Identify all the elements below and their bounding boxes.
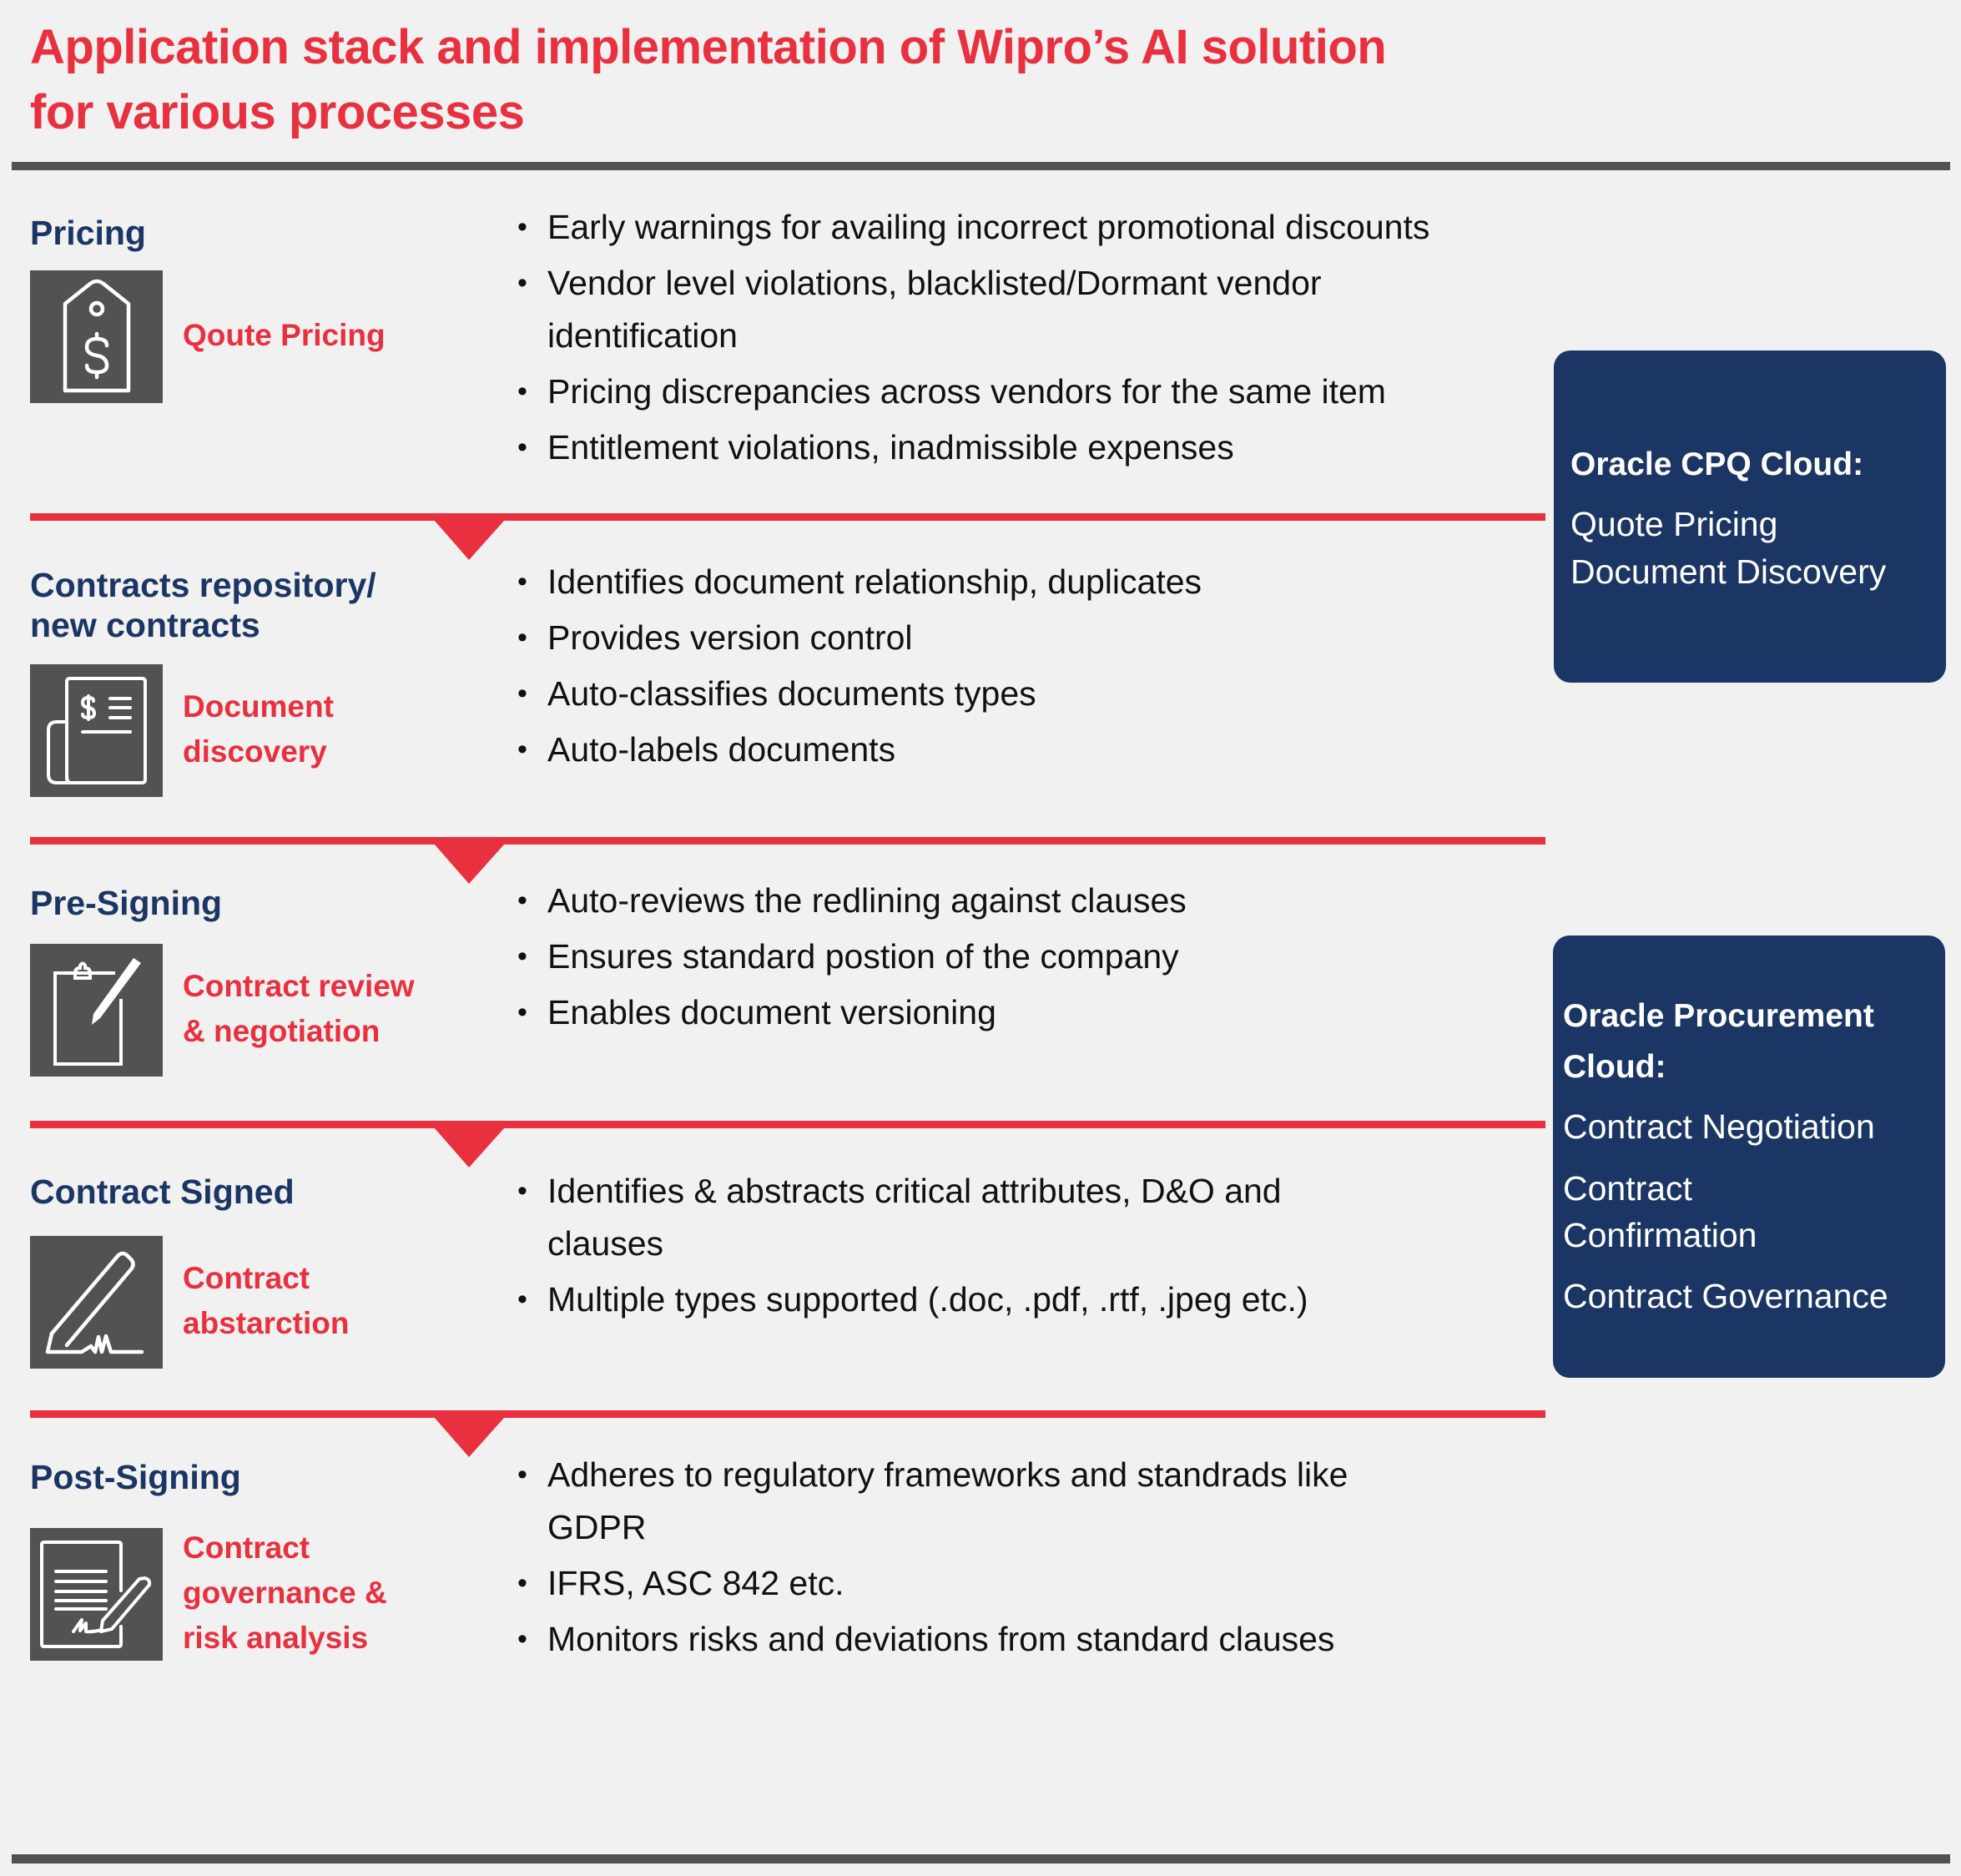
bullet-item: • Provides version control — [514, 612, 1549, 664]
bullet-dot: • — [517, 734, 527, 765]
bullet-text: Pricing discrepancies across vendors for… — [547, 372, 1386, 411]
bullet-text: Vendor level violations, blacklisted/Dor… — [547, 264, 1322, 355]
bullet-text: Entitlement violations, inadmissible exp… — [547, 428, 1234, 466]
bullet-item: • IFRS, ASC 842 etc. — [514, 1557, 1549, 1610]
process-label-quote-pricing: Qoute Pricing — [183, 318, 386, 352]
down-arrow-icon — [428, 837, 511, 884]
bullet-item: • Identifies document relationship, dupli… — [514, 556, 1549, 608]
bullet-dot: • — [517, 885, 527, 916]
bullet-item: • Identifies & abstracts critical attribu… — [514, 1165, 1549, 1270]
bullet-text: IFRS, ASC 842 etc. — [547, 1564, 844, 1602]
cloud-box-title: Oracle Procurement Cloud: — [1563, 998, 1874, 1085]
bullet-list-pricing: • Early warnings for availing incorrect p… — [514, 201, 1549, 477]
bullet-list-post-signing: • Adheres to regulatory frameworks and st… — [514, 1449, 1549, 1669]
bullet-text: Auto-classifies documents types — [547, 674, 1036, 713]
icon-box-contract-abstraction — [30, 1236, 163, 1369]
process-label-contract-abstraction: Contract abstarction — [183, 1261, 350, 1340]
cloud-box-item: Contract Negotiation — [1563, 1107, 1875, 1146]
bullet-dot: • — [517, 376, 527, 407]
bullet-dot: • — [517, 941, 527, 972]
icon-box-contract-governance — [30, 1528, 163, 1661]
bullet-dot: • — [517, 1623, 527, 1655]
section-separator — [30, 1410, 1545, 1457]
bullet-item: • Multiple types supported (.doc, .pdf, .… — [514, 1273, 1549, 1326]
section-separator — [30, 513, 1545, 560]
cloud-box-item: Quote Pricing — [1570, 505, 1778, 543]
bullet-dot: • — [517, 267, 527, 299]
pen-signature-icon — [45, 1251, 144, 1354]
cloud-box-title: Oracle CPQ Cloud: — [1570, 446, 1864, 482]
bullet-item: • Enables document versioning — [514, 986, 1549, 1039]
cloud-box-item: Contract Governance — [1563, 1277, 1888, 1315]
icon-box-contract-review — [30, 944, 163, 1077]
bullet-dot: • — [517, 566, 527, 598]
bottom-divider — [12, 1854, 1950, 1863]
section-heading-contract-signed: Contract Signed — [30, 1172, 295, 1211]
bullet-list-pre-signing: • Auto-reviews the redlining against clau… — [514, 875, 1549, 1042]
bullet-text: Enables document versioning — [547, 993, 996, 1031]
bullet-item: • Ensures standard postion of the company — [514, 930, 1549, 983]
bullet-item: • Entitlement violations, inadmissible ex… — [514, 421, 1549, 474]
clipboard-pen-icon — [53, 958, 141, 1066]
bullet-item: • Vendor level violations, blacklisted/Do… — [514, 257, 1549, 362]
bullet-item: • Pricing discrepancies across vendors fo… — [514, 366, 1549, 418]
bullet-dot: • — [517, 996, 527, 1028]
page-title: Application stack and implementation of … — [30, 20, 1387, 139]
bullet-item: • Early warnings for availing incorrect p… — [514, 201, 1549, 254]
bullet-text: Monitors risks and deviations from stand… — [547, 1620, 1335, 1658]
bullet-dot: • — [517, 1567, 527, 1599]
bullet-text: Early warnings for availing incorrect pr… — [547, 208, 1430, 246]
bullet-dot: • — [517, 678, 527, 709]
process-label-contract-governance: Contract governance & risk analysis — [183, 1531, 387, 1655]
cloud-box-oracle-cpq: Oracle CPQ Cloud: Quote Pricing Document… — [1554, 350, 1946, 683]
section-heading-pre-signing: Pre-Signing — [30, 884, 223, 922]
bullet-text: Auto-reviews the redlining against claus… — [547, 881, 1187, 920]
bullet-text: Provides version control — [547, 618, 913, 657]
bullet-dot: • — [517, 622, 527, 653]
bullet-dot: • — [517, 1283, 527, 1315]
section-separator — [30, 837, 1545, 884]
bullet-list-contract-signed: • Identifies & abstracts critical attribu… — [514, 1165, 1549, 1329]
icon-box-document-discovery — [30, 664, 163, 797]
down-arrow-icon — [428, 1410, 511, 1457]
bullet-item: • Adheres to regulatory frameworks and st… — [514, 1449, 1549, 1554]
document-scroll-dollar-icon — [47, 677, 147, 784]
bullet-item: • Auto-reviews the redlining against clau… — [514, 875, 1549, 927]
bullet-text: Adheres to regulatory frameworks and sta… — [547, 1455, 1349, 1546]
bullet-text: Multiple types supported (.doc, .pdf, .r… — [547, 1280, 1308, 1319]
bullet-text: Ensures standard postion of the company — [547, 937, 1179, 976]
bullet-text: Identifies document relationship, duplic… — [547, 562, 1202, 601]
down-arrow-icon — [428, 1121, 511, 1167]
price-tag-dollar-icon — [63, 279, 131, 393]
section-heading-pricing: Pricing — [30, 214, 146, 252]
section-heading-contracts-repository: Contracts repository/ new contracts — [30, 566, 376, 644]
cloud-box-oracle-procurement: Oracle Procurement Cloud: Contract Negot… — [1553, 935, 1945, 1378]
bullet-item: • Auto-classifies documents types — [514, 668, 1549, 720]
bullet-dot: • — [517, 211, 527, 243]
cloud-box-item: Document Discovery — [1570, 552, 1887, 591]
bullet-dot: • — [517, 1175, 527, 1207]
process-label-contract-review: Contract review & negotiation — [183, 969, 415, 1048]
bullet-text: Identifies & abstracts critical attribut… — [547, 1172, 1282, 1263]
icon-box-pricing — [30, 270, 163, 403]
bullet-item: • Auto-labels documents — [514, 724, 1549, 776]
bullet-item: • Monitors risks and deviations from stan… — [514, 1613, 1549, 1666]
down-arrow-icon — [428, 513, 511, 560]
document-sign-pen-icon — [40, 1541, 152, 1648]
bullet-list-contracts-repository: • Identifies document relationship, dupli… — [514, 556, 1549, 779]
bullet-dot: • — [517, 1459, 527, 1490]
bullet-text: Auto-labels documents — [547, 730, 896, 769]
top-divider — [12, 162, 1950, 170]
bullet-dot: • — [517, 431, 527, 463]
section-heading-post-signing: Post-Signing — [30, 1458, 241, 1496]
section-separator — [30, 1121, 1545, 1167]
process-label-document-discovery: Document discovery — [183, 689, 334, 769]
cloud-box-item: Contract Confirmation — [1563, 1169, 1757, 1254]
